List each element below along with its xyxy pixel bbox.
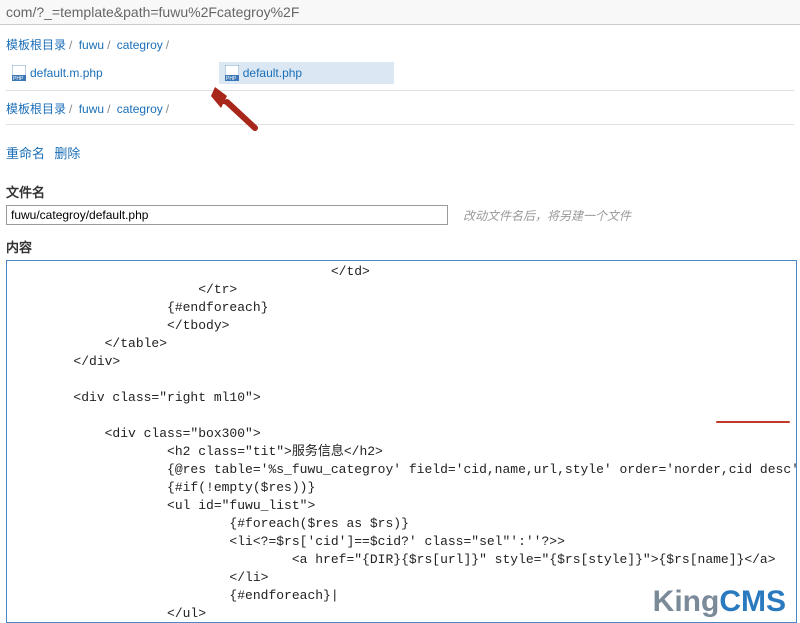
content-label: 内容 <box>6 237 794 256</box>
delete-link[interactable]: 删除 <box>54 146 80 161</box>
breadcrumb-categroy[interactable]: categroy <box>117 38 163 52</box>
rename-link[interactable]: 重命名 <box>6 146 45 161</box>
main-panel: 模板根目录/ fuwu/ categroy/ PHP default.m.php… <box>0 25 800 623</box>
breadcrumb-sep: / <box>166 102 169 116</box>
url-bar[interactable]: com/?_=template&path=fuwu%2Fcategroy%2F <box>0 0 800 25</box>
breadcrumb-sep: / <box>69 102 72 116</box>
filename-label: 文件名 <box>6 182 794 201</box>
annotation-underline <box>716 421 790 423</box>
breadcrumb-root[interactable]: 模板根目录 <box>6 102 66 116</box>
content-section: 内容 </td> </tr> {#endforeach} </tbody> </… <box>6 237 794 623</box>
breadcrumb-sep: / <box>107 38 110 52</box>
breadcrumb: 模板根目录/ fuwu/ categroy/ <box>6 95 794 122</box>
file-link[interactable]: default.m.php <box>30 66 103 80</box>
breadcrumb-categroy[interactable]: categroy <box>117 102 163 116</box>
breadcrumb-sep: / <box>166 38 169 52</box>
breadcrumb-sep: / <box>107 102 110 116</box>
file-item[interactable]: PHP default.m.php <box>6 62 109 84</box>
breadcrumb-root[interactable]: 模板根目录 <box>6 38 66 52</box>
breadcrumb-fuwu[interactable]: fuwu <box>79 102 104 116</box>
svg-text:PHP: PHP <box>226 76 237 81</box>
divider <box>6 124 794 125</box>
svg-text:PHP: PHP <box>13 76 24 81</box>
breadcrumb: 模板根目录/ fuwu/ categroy/ <box>6 31 794 58</box>
divider <box>6 90 794 91</box>
breadcrumb-sep: / <box>69 38 72 52</box>
file-item-selected[interactable]: PHP default.php <box>219 62 394 84</box>
breadcrumb-fuwu[interactable]: fuwu <box>79 38 104 52</box>
filename-row: 改动文件名后，将另建一个文件 <box>6 205 794 225</box>
filename-input[interactable] <box>6 205 448 225</box>
filename-hint: 改动文件名后，将另建一个文件 <box>463 207 631 224</box>
action-bar: 重命名 删除 <box>6 129 794 172</box>
code-editor[interactable]: </td> </tr> {#endforeach} </tbody> </tab… <box>6 260 797 623</box>
php-file-icon: PHP <box>12 65 26 81</box>
file-link[interactable]: default.php <box>243 66 302 80</box>
file-list: PHP default.m.php PHP default.php <box>6 58 794 88</box>
php-file-icon: PHP <box>225 65 239 81</box>
filename-section: 文件名 改动文件名后，将另建一个文件 <box>6 182 794 225</box>
